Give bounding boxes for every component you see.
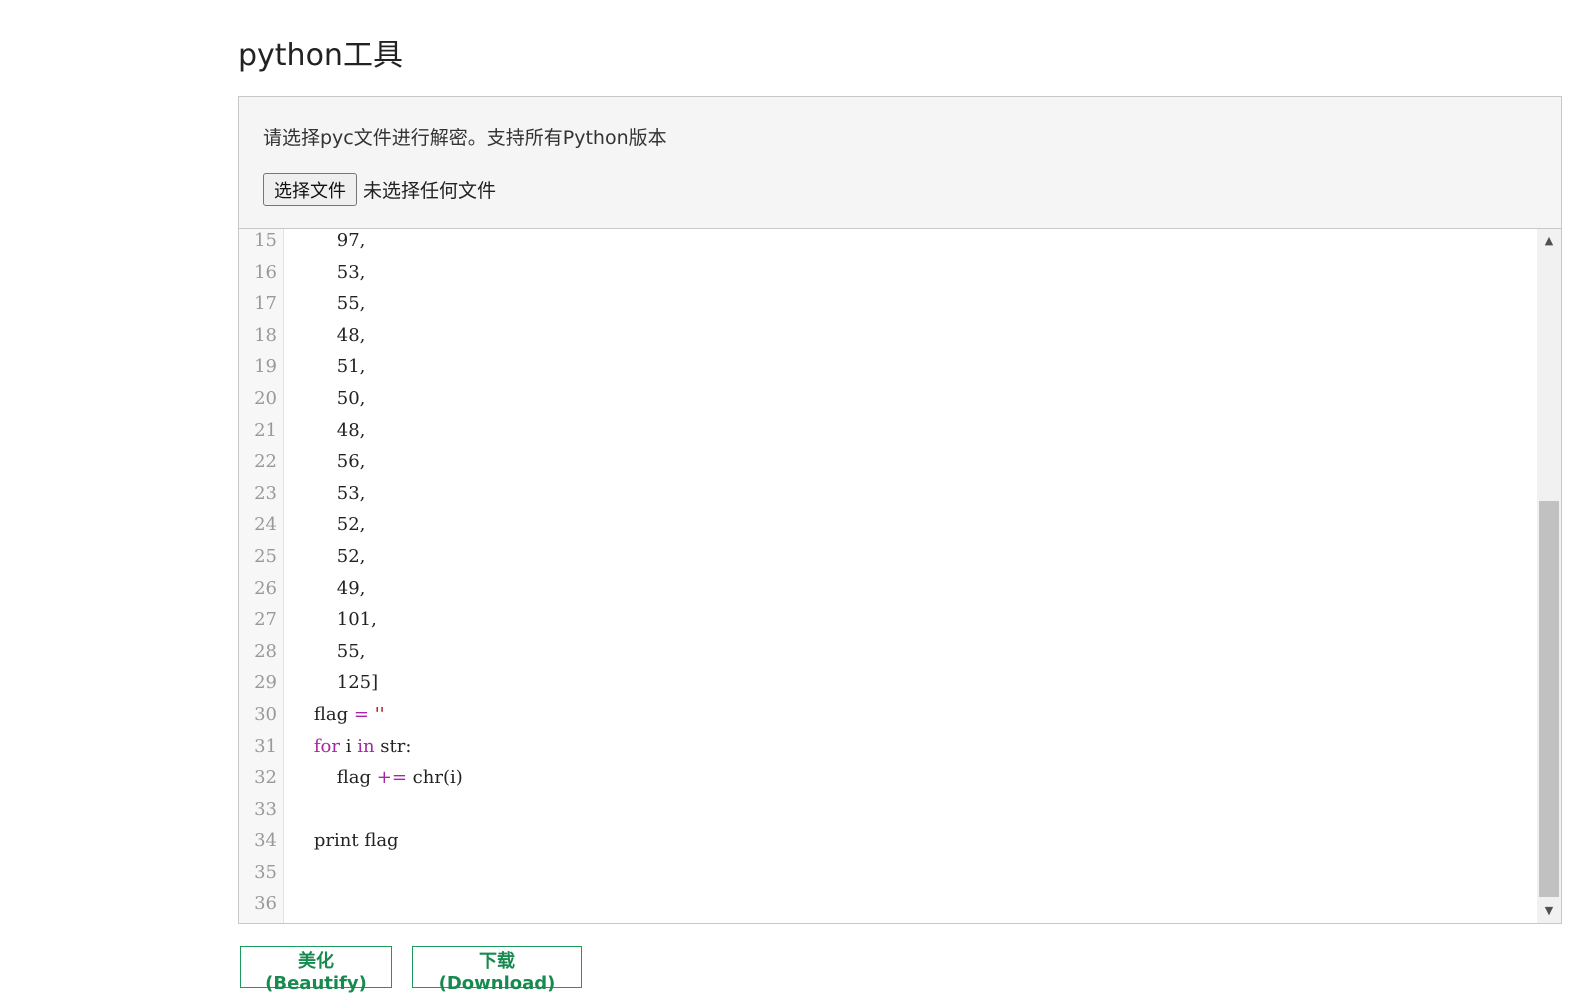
- line-number: 32: [254, 767, 277, 789]
- code-line[interactable]: 36: [239, 888, 1535, 920]
- line-number: 31: [254, 735, 277, 757]
- line-number: 18: [254, 324, 277, 346]
- line-number: 16: [254, 261, 277, 283]
- line-code: 56,: [291, 451, 366, 473]
- line-code: flag = '': [291, 703, 385, 725]
- file-status: 未选择任何文件: [363, 180, 497, 202]
- line-number: 20: [254, 387, 277, 409]
- line-number: 17: [254, 293, 277, 315]
- line-number: 21: [254, 419, 277, 441]
- code-line[interactable]: 34 print flag: [239, 825, 1535, 857]
- code-line[interactable]: 15 97,: [239, 229, 1535, 257]
- code-line[interactable]: 18 48,: [239, 320, 1535, 352]
- code-line[interactable]: 17 55,: [239, 288, 1535, 320]
- line-code: 52,: [291, 514, 366, 536]
- line-code: 125]: [291, 672, 379, 694]
- decompile-panel: 请选择pyc文件进行解密。支持所有Python版本 选择文件 未选择任何文件 1…: [238, 96, 1562, 924]
- scrollbar-thumb[interactable]: [1539, 501, 1559, 897]
- line-number: 35: [254, 861, 277, 883]
- code-line[interactable]: 21 48,: [239, 415, 1535, 447]
- line-code: 97,: [291, 230, 366, 251]
- code-line[interactable]: 31 for i in str:: [239, 731, 1535, 763]
- line-code: 51,: [291, 356, 366, 378]
- page-title: python工具: [238, 38, 403, 73]
- code-line[interactable]: 30 flag = '': [239, 699, 1535, 731]
- code-line[interactable]: 25 52,: [239, 541, 1535, 573]
- line-code: for i in str:: [313, 735, 412, 757]
- file-input: 选择文件 未选择任何文件: [263, 173, 496, 206]
- line-code: flag += chr(i): [291, 767, 463, 789]
- line-number: 15: [254, 230, 277, 251]
- line-code: 53,: [291, 261, 366, 283]
- code-line[interactable]: 26 49,: [239, 573, 1535, 605]
- line-number: 36: [254, 893, 277, 915]
- line-number: 19: [254, 356, 277, 378]
- beautify-button[interactable]: 美化(Beautify): [240, 946, 392, 994]
- line-number: 23: [254, 482, 277, 504]
- upload-description: 请选择pyc文件进行解密。支持所有Python版本: [263, 127, 667, 149]
- line-code: 101,: [291, 609, 377, 631]
- line-number: 28: [254, 640, 277, 662]
- scroll-down-icon[interactable]: ▼: [1537, 901, 1561, 921]
- code-line[interactable]: 35: [239, 857, 1535, 889]
- vertical-scrollbar[interactable]: ▲ ▼: [1537, 229, 1561, 923]
- code-line[interactable]: 19 51,: [239, 351, 1535, 383]
- line-number: 34: [254, 830, 277, 852]
- upload-area: 请选择pyc文件进行解密。支持所有Python版本 选择文件 未选择任何文件: [239, 97, 1561, 229]
- line-number: 33: [254, 798, 277, 820]
- line-code: 55,: [291, 640, 366, 662]
- code-line[interactable]: 29 125]: [239, 667, 1535, 699]
- download-button[interactable]: 下载(Download): [412, 946, 582, 994]
- line-code: 48,: [291, 324, 366, 346]
- code-line[interactable]: 20 50,: [239, 383, 1535, 415]
- code-line[interactable]: 16 53,: [239, 257, 1535, 289]
- code-editor[interactable]: 15 97, 16 53, 17 55, 18 48, 19 51, 20 50, 21 4…: [239, 229, 1561, 923]
- line-code: 53,: [291, 482, 366, 504]
- code-line[interactable]: 32 flag += chr(i): [239, 762, 1535, 794]
- line-number: 22: [254, 451, 277, 473]
- line-code: print flag: [291, 830, 399, 852]
- line-code: 48,: [291, 419, 366, 441]
- line-code: 50,: [291, 387, 366, 409]
- code-line[interactable]: 22 56,: [239, 446, 1535, 478]
- line-code: 55,: [291, 293, 366, 315]
- choose-file-button[interactable]: 选择文件: [263, 173, 357, 206]
- line-number: 25: [254, 545, 277, 567]
- scroll-up-icon[interactable]: ▲: [1537, 231, 1561, 251]
- code-line[interactable]: 28 55,: [239, 636, 1535, 668]
- line-number: 30: [254, 703, 277, 725]
- line-code: 49,: [291, 577, 366, 599]
- code-line[interactable]: 23 53,: [239, 478, 1535, 510]
- code-line[interactable]: 24 52,: [239, 509, 1535, 541]
- line-number: 26: [254, 577, 277, 599]
- line-code: 52,: [291, 545, 366, 567]
- code-line[interactable]: 27 101,: [239, 604, 1535, 636]
- line-number: 27: [254, 609, 277, 631]
- line-number: 29: [254, 672, 277, 694]
- code-lines[interactable]: 15 97, 16 53, 17 55, 18 48, 19 51, 20 50, 21 4…: [239, 229, 1535, 920]
- code-line[interactable]: 33: [239, 794, 1535, 826]
- line-number: 24: [254, 514, 277, 536]
